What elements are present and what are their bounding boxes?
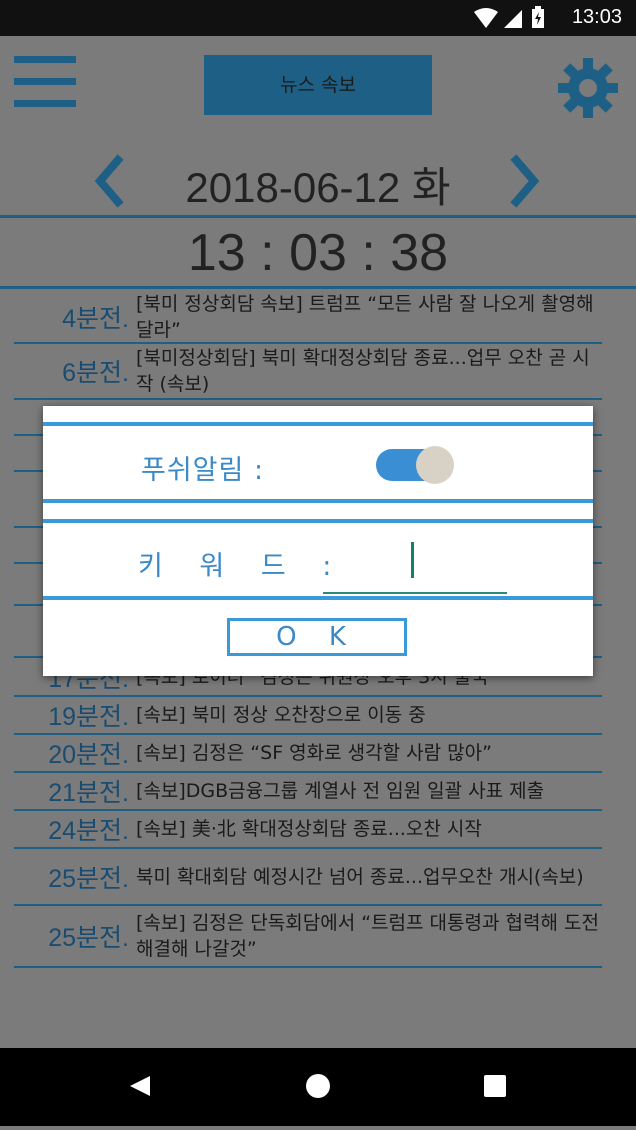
battery-charging-icon	[532, 6, 544, 28]
gear-icon	[558, 58, 618, 118]
clock-display: 13 : 03 : 38	[187, 224, 449, 282]
push-notification-label: 푸쉬알림 :	[141, 455, 265, 486]
home-button[interactable]	[306, 1074, 330, 1098]
news-item[interactable]: 19분전. [속보] 북미 정상 오찬장으로 이동 중	[14, 697, 602, 735]
news-item[interactable]: 25분전. [속보] 김정은 단독회담에서 “트럼프 대통령과 협력해 도전 해결…	[14, 906, 602, 968]
chevron-left-icon	[94, 154, 124, 208]
news-time: 25분전.	[48, 924, 129, 952]
recents-square-icon	[484, 1075, 506, 1097]
news-item[interactable]: 24분전. [속보] 美·北 확대정상회담 종료...오찬 시작	[14, 811, 602, 849]
news-item[interactable]: 21분전. [속보]DGB금융그룹 계열사 전 임원 일괄 사표 제출	[14, 773, 602, 811]
news-time: 25분전.	[48, 864, 129, 893]
divider	[0, 215, 636, 218]
date-navigator: 2018-06-12 화	[0, 148, 636, 214]
news-item[interactable]: 6분전. [북미정상회담] 북미 확대정상회담 종료...업무 오찬 곧 시작 (…	[14, 344, 602, 400]
news-time: 20분전.	[48, 741, 129, 769]
news-item[interactable]: 20분전. [속보] 김정은 “SF 영화로 생각할 사람 많아”	[14, 735, 602, 773]
dialog-divider	[43, 422, 593, 426]
system-nav-bar	[0, 1048, 636, 1126]
current-date: 2018-06-12 화	[185, 164, 451, 211]
wifi-icon	[474, 8, 498, 28]
next-date-button[interactable]	[500, 148, 550, 214]
hamburger-menu-icon	[14, 56, 76, 63]
news-title: [북미 정상회담 속보] 트럼프 “모든 사람 잘 나오게 촬영해달라”	[136, 293, 594, 341]
chevron-right-icon	[510, 154, 540, 208]
news-title: [속보] 북미 정상 오찬장으로 이동 중	[136, 704, 426, 726]
back-button[interactable]	[130, 1076, 150, 1096]
news-title: 북미 확대회담 예정시간 넘어 종료...업무오찬 개시(속보)	[136, 865, 584, 888]
status-icons	[472, 6, 552, 34]
prev-date-button[interactable]	[84, 148, 134, 214]
news-title: [속보] 美·北 확대정상회담 종료...오찬 시작	[136, 818, 482, 840]
news-item[interactable]: 4분전. [북미 정상회담 속보] 트럼프 “모든 사람 잘 나오게 촬영해달라”	[14, 292, 602, 344]
toggle-knob	[416, 446, 454, 484]
news-time: 24분전.	[48, 817, 129, 845]
dialog-divider	[43, 499, 593, 503]
news-time: 4분전.	[62, 305, 129, 333]
keyword-input[interactable]	[323, 536, 507, 594]
news-title: [북미정상회담] 북미 확대정상회담 종료...업무 오찬 곧 시작 (속보)	[136, 347, 590, 395]
news-time: 6분전.	[62, 359, 129, 387]
news-time: 19분전.	[48, 703, 129, 731]
settings-dialog: 푸쉬알림 : 키 워 드 : O K	[43, 406, 593, 676]
ok-button[interactable]: O K	[227, 618, 407, 656]
text-caret	[411, 542, 414, 578]
cell-signal-icon	[504, 10, 522, 28]
keyword-label: 키 워 드 :	[138, 551, 346, 582]
recents-button[interactable]	[484, 1075, 506, 1097]
settings-button[interactable]	[556, 56, 620, 120]
home-circle-icon	[306, 1074, 330, 1098]
news-time: 21분전.	[48, 779, 129, 807]
back-triangle-icon	[130, 1076, 150, 1096]
news-title: [속보] 김정은 단독회담에서 “트럼프 대통령과 협력해 도전 해결해 나갈것…	[136, 912, 599, 960]
push-notification-toggle[interactable]	[376, 446, 456, 484]
news-item[interactable]: 25분전. 북미 확대회담 예정시간 넘어 종료...업무오찬 개시(속보)	[14, 849, 602, 906]
dialog-divider	[43, 519, 593, 523]
divider	[0, 286, 636, 289]
news-title: [속보] 김정은 “SF 영화로 생각할 사람 많아”	[136, 742, 492, 764]
title-button[interactable]: 뉴스 속보	[204, 55, 432, 115]
news-title: [속보]DGB금융그룹 계열사 전 임원 일괄 사표 제출	[136, 780, 545, 802]
status-bar: 13:03	[0, 0, 636, 36]
status-time: 13:03	[571, 6, 622, 28]
menu-button[interactable]	[14, 56, 76, 114]
dialog-divider	[43, 596, 593, 600]
